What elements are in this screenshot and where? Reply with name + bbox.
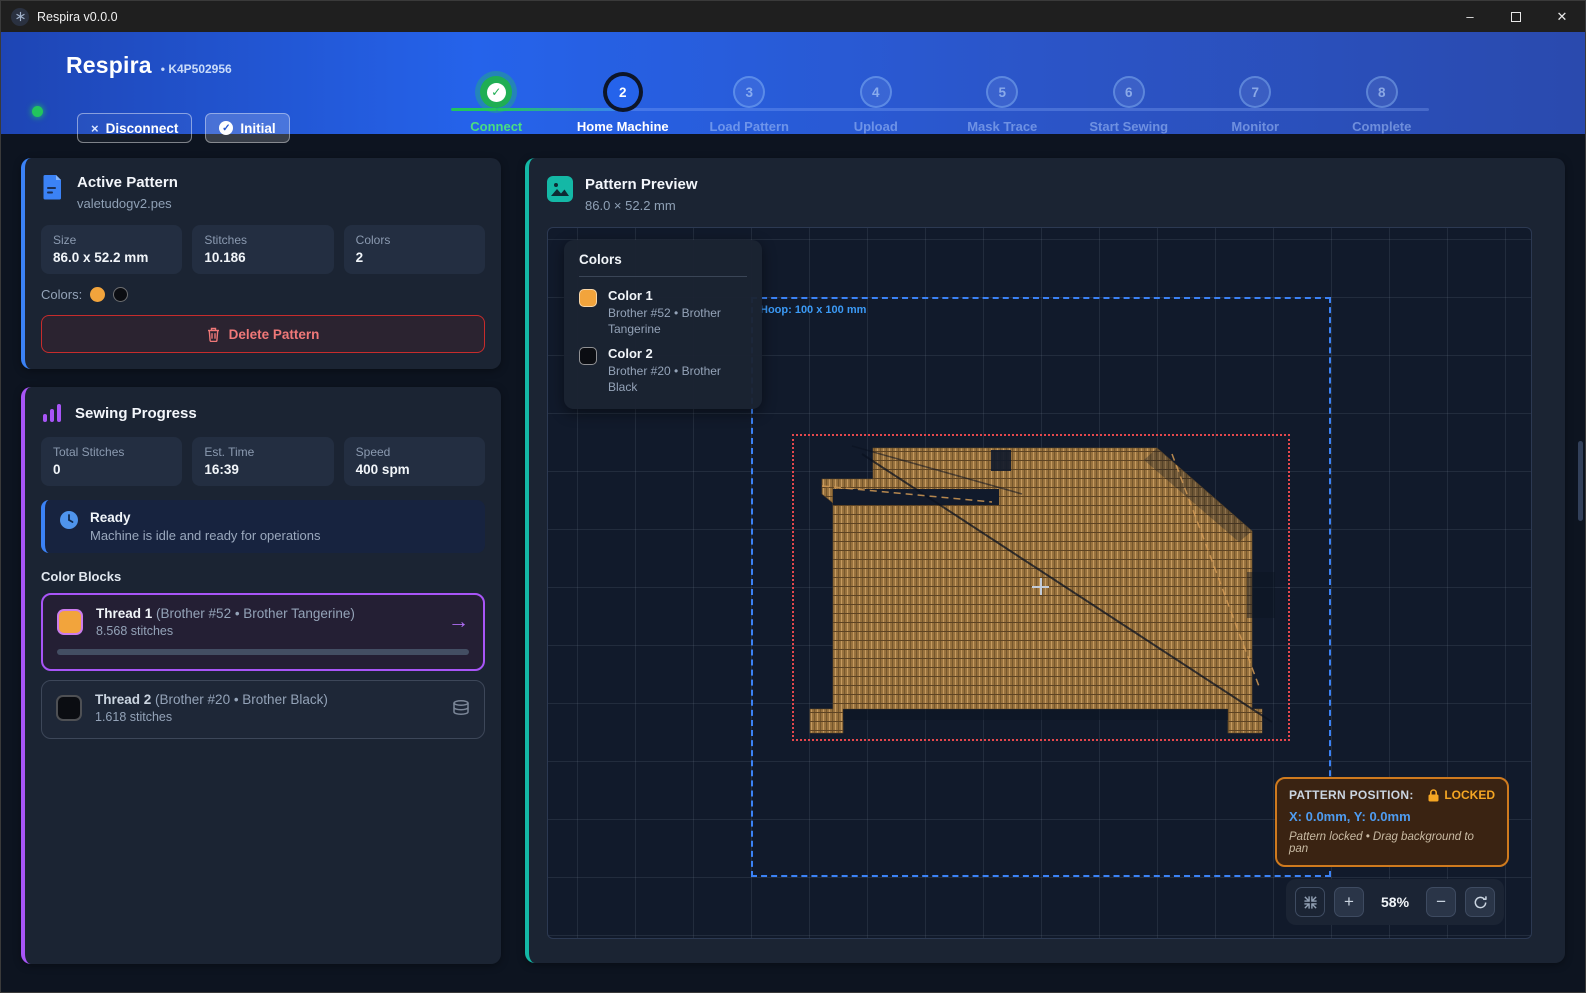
maximize-icon	[1511, 12, 1521, 22]
step-circle: 8	[1366, 76, 1398, 108]
thread-2-stitches: 1.618 stitches	[95, 710, 328, 724]
machine-status-banner: Ready Machine is idle and ready for oper…	[41, 500, 485, 553]
stat-speed: Speed 400 spm	[344, 437, 485, 486]
reset-view-button[interactable]	[1465, 887, 1495, 917]
stat-total-stitches: Total Stitches 0	[41, 437, 182, 486]
legend-item-color-1: Color 1 Brother #52 • Brother Tangerine	[579, 288, 747, 337]
minimize-button[interactable]: –	[1447, 1, 1493, 32]
check-circle-icon: ✓	[219, 121, 233, 135]
preview-canvas[interactable]: Hoop: 100 x 100 mm	[547, 227, 1532, 939]
pattern-filename: valetudogv2.pes	[77, 196, 178, 211]
delete-pattern-button[interactable]: Delete Pattern	[41, 315, 485, 353]
legend-swatch-2	[579, 347, 597, 365]
thread-1-progress-bar	[57, 649, 469, 655]
card-title: Pattern Preview	[585, 176, 698, 193]
step-circle: 6	[1113, 76, 1145, 108]
image-icon	[547, 176, 573, 202]
app-name: Respira	[66, 52, 152, 79]
step-circle: 3	[733, 76, 765, 108]
pattern-position-panel: PATTERN POSITION: LOCKED X: 0.0mm, Y: 0.…	[1275, 777, 1509, 867]
thread-1-swatch	[57, 609, 83, 635]
clock-icon	[59, 510, 79, 530]
zoom-out-button[interactable]: −	[1426, 887, 1456, 917]
center-crosshair-icon	[1032, 578, 1049, 595]
locked-badge: LOCKED	[1444, 788, 1495, 802]
colors-label: Colors:	[41, 287, 82, 302]
zoom-in-button[interactable]: +	[1334, 887, 1364, 917]
step-upload[interactable]: 4 Upload	[813, 76, 940, 134]
card-title: Sewing Progress	[75, 405, 197, 422]
step-circle: 5	[986, 76, 1018, 108]
thread-1-detail: (Brother #52 • Brother Tangerine)	[152, 606, 355, 621]
file-icon	[41, 174, 65, 200]
step-monitor[interactable]: 7 Monitor	[1192, 76, 1319, 134]
thread-2-swatch	[56, 695, 82, 721]
thread-1-name: Thread 1	[96, 606, 152, 621]
step-circle: ✓	[480, 76, 512, 108]
color-blocks-label: Color Blocks	[41, 569, 485, 584]
check-icon: ✓	[487, 83, 506, 102]
step-circle: 2	[607, 76, 639, 108]
refresh-icon	[1473, 895, 1488, 910]
trash-icon	[207, 327, 220, 342]
window-title: Respira v0.0.0	[37, 10, 118, 24]
position-label: PATTERN POSITION:	[1289, 788, 1414, 802]
active-pattern-card: Active Pattern valetudogv2.pes Size 86.0…	[21, 158, 501, 369]
thread-2-block[interactable]: Thread 2 (Brother #20 • Brother Black) 1…	[41, 680, 485, 739]
step-connect[interactable]: ✓ Connect	[433, 76, 560, 134]
stat-stitches: Stitches 10.186	[192, 225, 333, 274]
thread-2-detail: (Brother #20 • Brother Black)	[151, 692, 328, 707]
position-coords: X: 0.0mm, Y: 0.0mm	[1289, 809, 1495, 824]
position-hint: Pattern locked • Drag background to pan	[1289, 831, 1495, 855]
fit-view-button[interactable]	[1295, 887, 1325, 917]
close-button[interactable]: ✕	[1539, 1, 1585, 32]
hoop-label: Hoop: 100 x 100 mm	[760, 304, 866, 316]
step-home-machine[interactable]: 2 Home Machine	[560, 76, 687, 134]
sewing-progress-card: Sewing Progress Total Stitches 0 Est. Ti…	[21, 387, 501, 964]
step-circle: 7	[1239, 76, 1271, 108]
workflow-stepper: ✓ Connect 2 Home Machine 3 Load Pattern …	[433, 76, 1445, 134]
thread-1-block[interactable]: Thread 1 (Brother #52 • Brother Tangerin…	[41, 593, 485, 671]
status-title: Ready	[90, 510, 321, 525]
zoom-level: 58%	[1381, 894, 1409, 910]
legend-swatch-1	[579, 289, 597, 307]
title-bar: Respira v0.0.0 – ✕	[1, 1, 1585, 32]
fit-view-icon	[1303, 895, 1318, 910]
window-scrollbar[interactable]	[1578, 441, 1583, 521]
status-description: Machine is idle and ready for operations	[90, 528, 321, 543]
stat-est-time: Est. Time 16:39	[192, 437, 333, 486]
step-mask-trace[interactable]: 5 Mask Trace	[939, 76, 1066, 134]
step-start-sewing[interactable]: 6 Start Sewing	[1066, 76, 1193, 134]
color-swatch-black	[113, 287, 128, 302]
color-swatch-orange	[90, 287, 105, 302]
lock-icon	[1428, 789, 1439, 802]
arrow-right-icon: →	[448, 610, 469, 634]
colors-legend: Colors Color 1 Brother #52 • Brother Tan…	[564, 240, 762, 409]
bar-chart-icon	[41, 403, 63, 423]
connection-status-dot	[32, 106, 43, 117]
machine-serial: • K4P502956	[161, 62, 232, 76]
thread-1-stitches: 8.568 stitches	[96, 624, 355, 638]
legend-item-color-2: Color 2 Brother #20 • Brother Black	[579, 346, 747, 395]
app-header: Respira • K4P502956 × Disconnect ✓ Initi…	[1, 32, 1585, 134]
step-complete[interactable]: 8 Complete	[1319, 76, 1446, 134]
step-load-pattern[interactable]: 3 Load Pattern	[686, 76, 813, 134]
layers-icon	[452, 700, 470, 716]
card-title: Active Pattern	[77, 174, 178, 191]
stat-colors: Colors 2	[344, 225, 485, 274]
stat-size: Size 86.0 x 52.2 mm	[41, 225, 182, 274]
maximize-button[interactable]	[1493, 1, 1539, 32]
pattern-dimensions: 86.0 × 52.2 mm	[585, 198, 698, 213]
zoom-controls: + 58% −	[1286, 879, 1504, 925]
app-icon	[11, 8, 29, 26]
step-circle: 4	[860, 76, 892, 108]
thread-2-name: Thread 2	[95, 692, 151, 707]
legend-title: Colors	[579, 252, 747, 267]
pattern-preview-card: Pattern Preview 86.0 × 52.2 mm Hoop: 100…	[525, 158, 1565, 963]
